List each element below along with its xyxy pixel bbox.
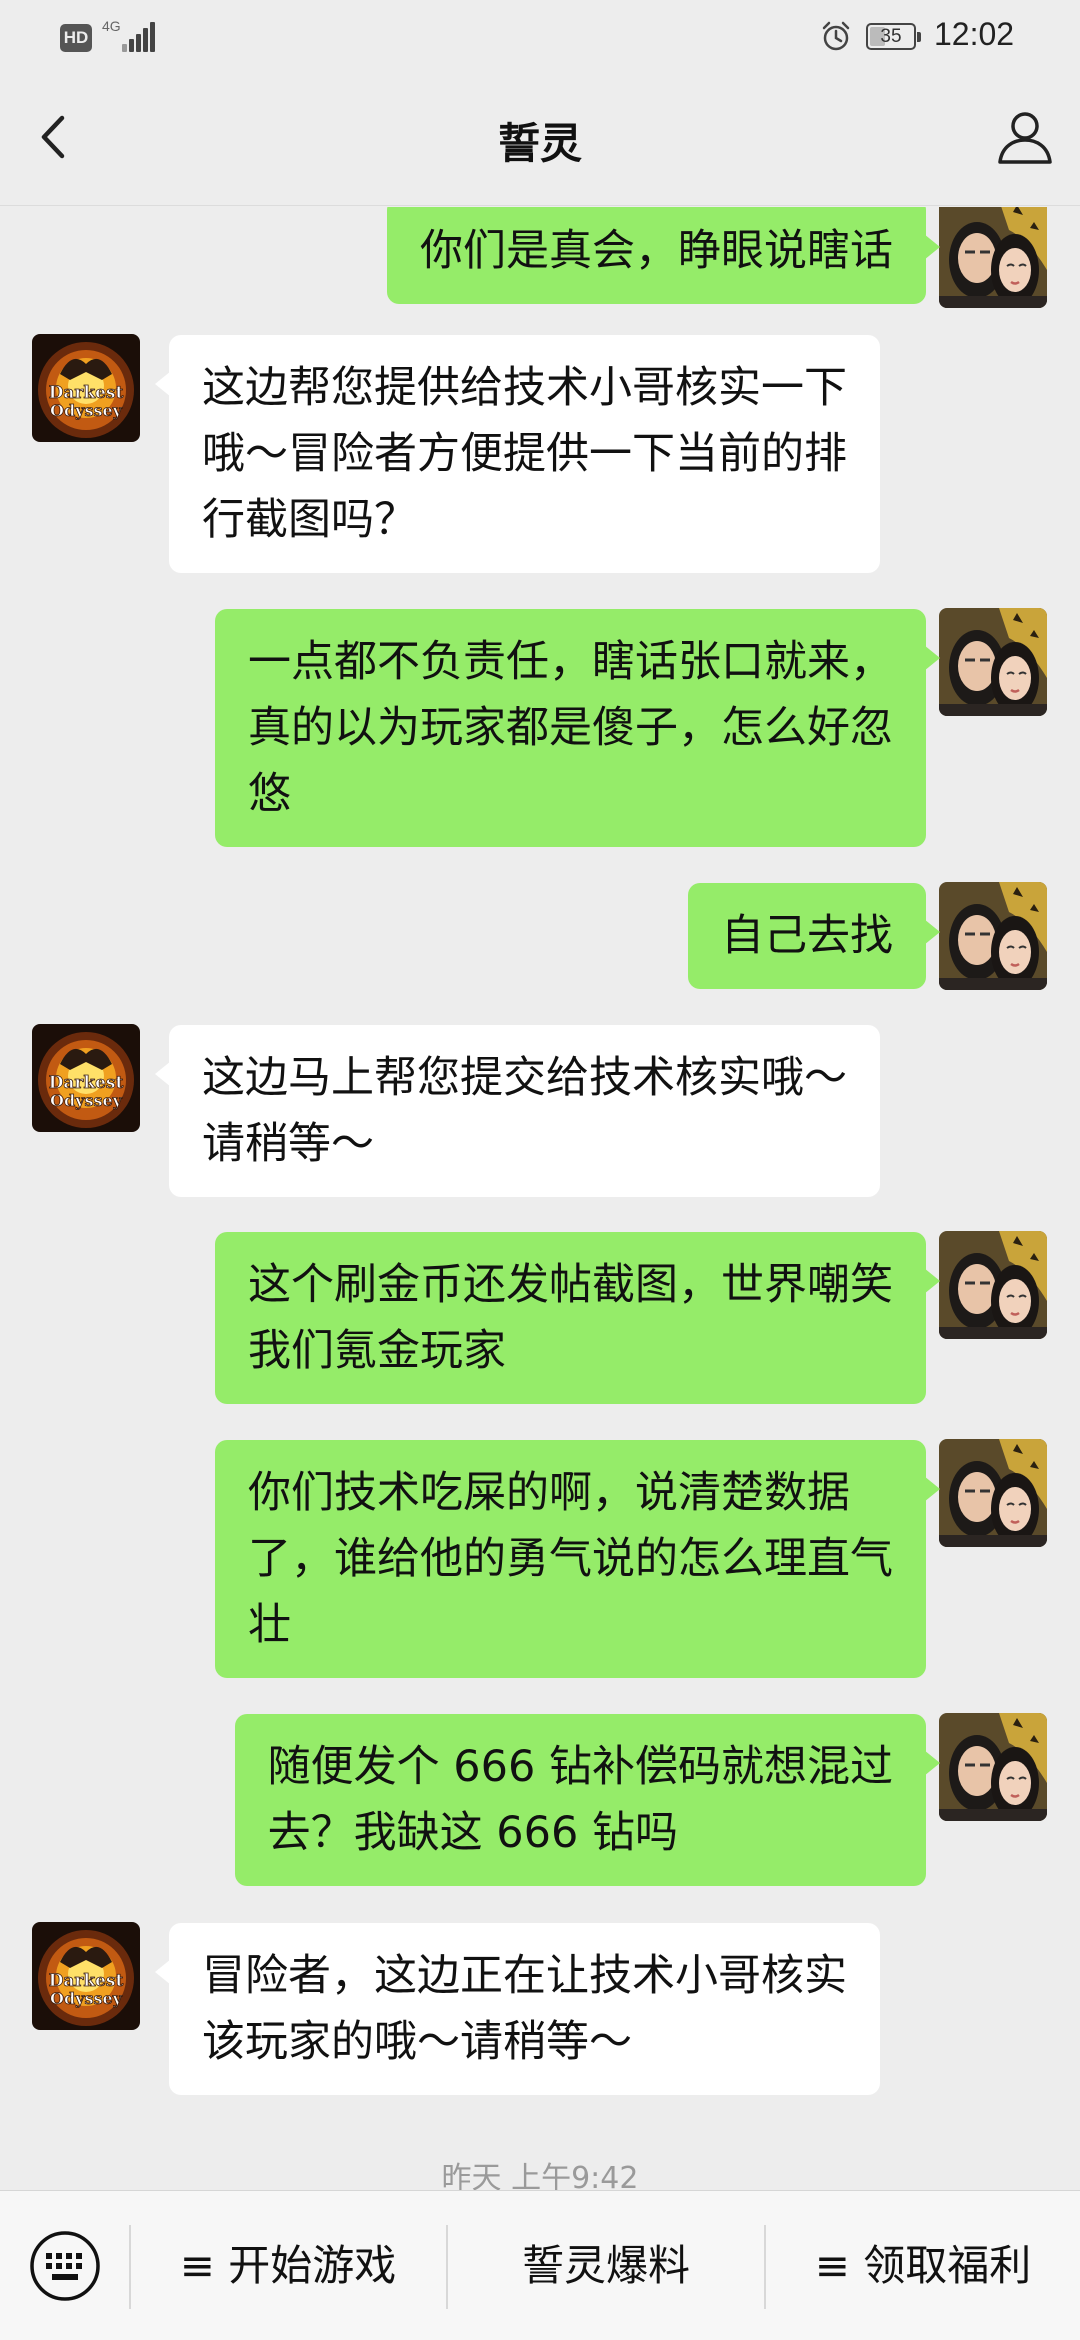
chat-header: 誓灵 — [0, 72, 1080, 206]
message-bubble[interactable]: 随便发个 666 钻补偿码就想混过 去？我缺这 666 钻吗 — [234, 1714, 941, 1886]
menu-start-game[interactable]: ≡ 开始游戏 — [130, 2191, 446, 2340]
message-bubble[interactable]: 你们技术吃屎的啊，说清楚数据 了，谁给他的勇气说的怎么理直气 壮 — [215, 1440, 940, 1678]
bot-logo-line2: Odyssey — [50, 1989, 123, 2008]
bot-logo-line1: Darkest — [49, 1073, 124, 1093]
profile-icon[interactable] — [990, 102, 1060, 172]
battery-icon: 35 — [866, 23, 921, 50]
bot-avatar[interactable]: Darkest Odyssey — [32, 1024, 140, 1132]
signal-icon — [118, 20, 155, 52]
message-bubble[interactable]: 你们是真会，睁眼说瞎话 — [387, 207, 940, 304]
message-bubble[interactable]: 一点都不负责任，瞎话张口就来， 真的以为玩家都是傻子，怎么好忽 悠 — [215, 609, 940, 847]
bot-logo-line1: Darkest — [49, 383, 124, 403]
user-avatar[interactable] — [939, 608, 1047, 716]
menu-claim-rewards[interactable]: ≡ 领取福利 — [766, 2191, 1080, 2340]
message-bubble[interactable]: 冒险者，这边正在让技术小哥核实 该玩家的哦～请稍等～ — [155, 1923, 880, 2095]
bot-logo-line2: Odyssey — [50, 1091, 123, 1110]
keyboard-icon[interactable] — [28, 2229, 102, 2303]
user-avatar[interactable] — [939, 882, 1047, 990]
bot-avatar[interactable]: Darkest Odyssey — [32, 334, 140, 442]
menu-news[interactable]: 誓灵爆料 — [448, 2191, 764, 2340]
message-bubble[interactable]: 自己去找 — [688, 883, 940, 989]
user-avatar[interactable] — [939, 207, 1047, 308]
bot-avatar[interactable]: Darkest Odyssey — [32, 1922, 140, 2030]
message-bubble[interactable]: 这个刷金币还发帖截图，世界嘲笑 我们氪金玩家 — [215, 1232, 940, 1404]
hd-badge: HD — [60, 24, 92, 52]
message-timestamp: 昨天 上午9:42 — [441, 2161, 639, 2190]
battery-level: 35 — [880, 26, 902, 47]
alarm-icon — [822, 21, 850, 51]
chat-messages[interactable]: 你们是真会，睁眼说瞎话 Darkest Odyssey 这边帮您提供给技术小哥核… — [0, 207, 1080, 2190]
bot-logo-line2: Odyssey — [50, 401, 123, 420]
user-avatar[interactable] — [939, 1231, 1047, 1339]
bottom-menu: ≡ 开始游戏 誓灵爆料 ≡ 领取福利 — [0, 2190, 1080, 2340]
user-avatar[interactable] — [939, 1439, 1047, 1547]
status-bar: HD 4G 35 12:02 — [0, 0, 1080, 72]
clock: 12:02 — [934, 16, 1015, 52]
message-bubble[interactable]: 这边马上帮您提交给技术核实哦～ 请稍等～ — [155, 1025, 880, 1197]
bot-logo-line1: Darkest — [49, 1971, 124, 1991]
chat-title: 誓灵 — [497, 119, 582, 168]
user-avatar[interactable] — [939, 1713, 1047, 1821]
message-bubble[interactable]: 这边帮您提供给技术小哥核实一下 哦～冒险者方便提供一下当前的排 行截图吗？ — [155, 335, 880, 573]
